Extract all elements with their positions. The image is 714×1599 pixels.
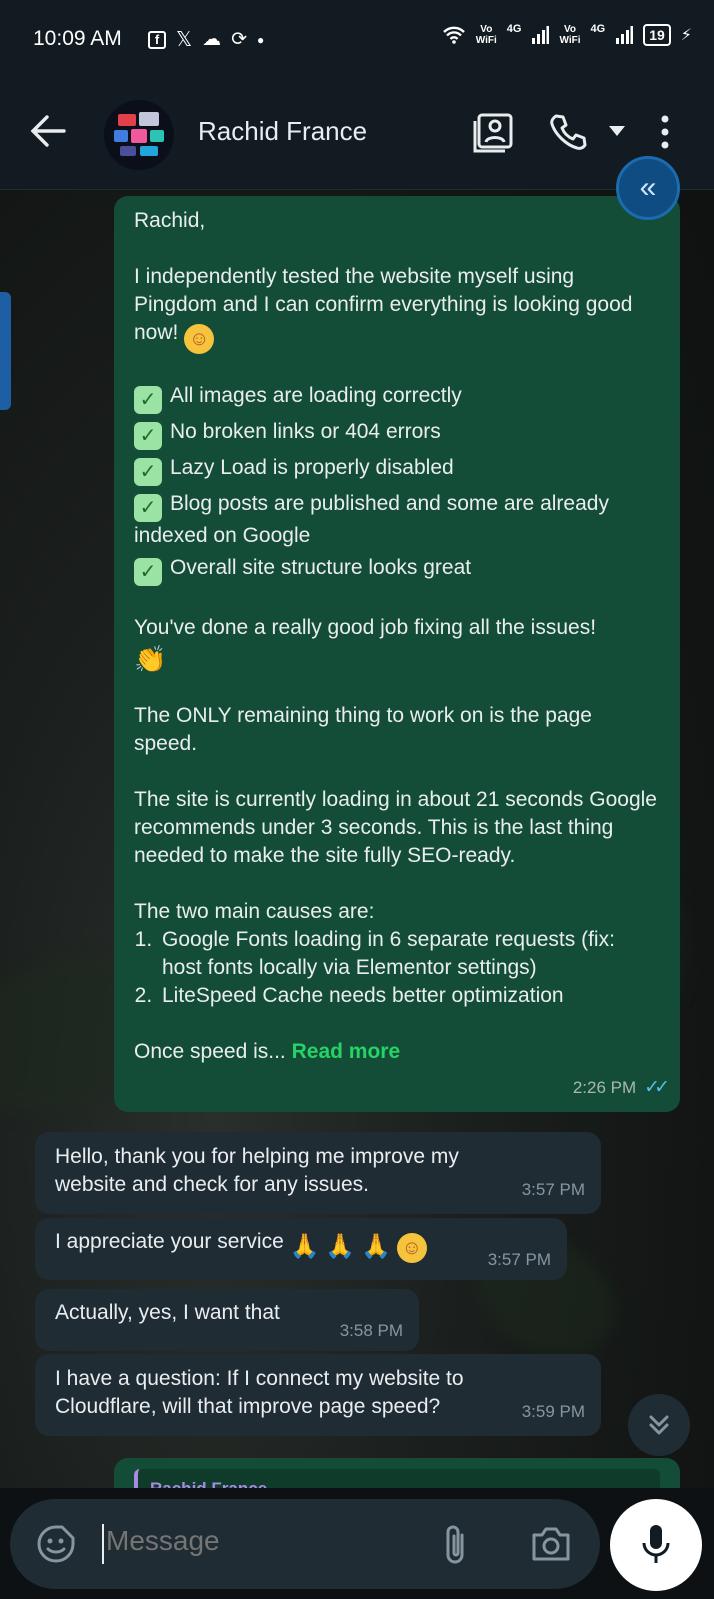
causes-list: Google Fonts loading in 6 separate reque… bbox=[158, 926, 660, 1010]
signal-icon bbox=[616, 26, 634, 44]
facebook-icon: f bbox=[148, 30, 166, 49]
cause-item: LiteSpeed Cache needs better optimizatio… bbox=[158, 982, 660, 1010]
check-item: All images are loading correctly bbox=[170, 384, 462, 407]
more-vert-icon[interactable] bbox=[660, 114, 670, 150]
contact-name[interactable]: Rachid France bbox=[198, 116, 367, 147]
microphone-icon bbox=[642, 1525, 670, 1563]
vowifi-label: Vo WiFi bbox=[559, 24, 581, 46]
collapse-chevrons-icon[interactable]: « bbox=[616, 156, 680, 220]
battery-level: 19 bbox=[643, 24, 671, 46]
read-more-link[interactable]: Read more bbox=[292, 1040, 401, 1063]
status-bar: 10:09 AM f 𝕏 ☁ ⟳ ● Vo WiFi 4G Vo WiFi 4G 1… bbox=[0, 0, 714, 80]
folded-hands-emoji-icon: 🙏 bbox=[325, 1233, 356, 1260]
smiling-face-emoji-icon: ☺ bbox=[396, 1233, 427, 1263]
message-time: 3:57 PM bbox=[521, 1180, 585, 1199]
message-paragraph: The ONLY remaining thing to work on is t… bbox=[134, 704, 592, 755]
check-item: Blog posts are published and some are al… bbox=[134, 492, 609, 547]
camera-icon[interactable] bbox=[530, 1525, 572, 1563]
check-item: No broken links or 404 errors bbox=[170, 420, 441, 443]
cloud-icon: ☁ bbox=[202, 29, 222, 50]
edge-panel-handle[interactable] bbox=[0, 292, 11, 410]
wifi-icon bbox=[442, 26, 465, 44]
message-meta: 2:26 PM ✓✓ bbox=[572, 1074, 670, 1102]
check-item: Lazy Load is properly disabled bbox=[170, 456, 454, 479]
check-mark-icon: ✓ bbox=[134, 386, 162, 414]
attach-icon[interactable] bbox=[440, 1523, 470, 1567]
check-item: Overall site structure looks great bbox=[170, 556, 472, 579]
message-bubble-outgoing[interactable]: Rachid, I independently tested the websi… bbox=[114, 196, 680, 1112]
chevron-down-icon[interactable] bbox=[608, 124, 626, 138]
message-text: I appreciate your service bbox=[55, 1230, 284, 1253]
message-bubble-incoming[interactable]: I have a question: If I connect my websi… bbox=[35, 1354, 601, 1436]
message-time: 2:26 PM bbox=[572, 1078, 637, 1097]
folded-hands-emoji-icon: 🙏 bbox=[361, 1233, 391, 1260]
message-text: I have a question: If I connect my websi… bbox=[55, 1367, 464, 1418]
cause-item: Google Fonts loading in 6 separate reque… bbox=[158, 926, 660, 982]
chat-header: Rachid France bbox=[0, 80, 714, 190]
message-time: 3:57 PM bbox=[487, 1250, 551, 1269]
double-chevron-down-icon bbox=[649, 1415, 669, 1435]
scroll-to-bottom-icon[interactable] bbox=[628, 1394, 690, 1456]
check-mark-icon: ✓ bbox=[134, 494, 162, 522]
signal-icon bbox=[532, 26, 550, 44]
dot-icon: ● bbox=[257, 32, 265, 47]
message-bubble-incoming[interactable]: Actually, yes, I want that 3:58 PM bbox=[35, 1289, 419, 1351]
check-mark-icon: ✓ bbox=[134, 558, 162, 586]
truncated-text: Once speed is... bbox=[134, 1040, 286, 1063]
message-bubble-incoming[interactable]: Hello, thank you for helping me improve … bbox=[35, 1132, 601, 1214]
back-arrow-icon[interactable] bbox=[30, 114, 66, 148]
sync-icon: ⟳ bbox=[231, 29, 248, 50]
message-bubble-incoming[interactable]: I appreciate your service 🙏 🙏 🙏 ☺ 3:57 P… bbox=[35, 1218, 567, 1280]
message-paragraph: The site is currently loading in about 2… bbox=[134, 788, 657, 867]
message-greeting: Rachid, bbox=[134, 209, 206, 232]
x-icon: 𝕏 bbox=[176, 29, 193, 51]
phone-icon[interactable] bbox=[548, 112, 588, 152]
charging-icon: ⚡ bbox=[680, 27, 692, 44]
microphone-button[interactable] bbox=[610, 1499, 702, 1591]
clapping-hands-emoji-icon: 👏 bbox=[134, 644, 167, 674]
network-type: 4G bbox=[590, 23, 606, 35]
message-paragraph: You've done a really good job fixing all… bbox=[134, 616, 597, 639]
message-time: 3:58 PM bbox=[339, 1321, 403, 1340]
text-caret bbox=[102, 1524, 104, 1564]
contact-card-icon[interactable] bbox=[472, 112, 514, 154]
check-mark-icon: ✓ bbox=[134, 458, 162, 486]
avatar[interactable] bbox=[104, 100, 174, 170]
message-text: Hello, thank you for helping me improve … bbox=[55, 1145, 459, 1196]
message-composer bbox=[10, 1499, 600, 1589]
message-input[interactable] bbox=[106, 1525, 406, 1557]
read-receipt-icon: ✓✓ bbox=[644, 1077, 670, 1098]
status-time: 10:09 AM bbox=[33, 27, 122, 50]
smiling-face-emoji-icon: ☺ bbox=[184, 324, 215, 354]
vowifi-label: Vo WiFi bbox=[475, 24, 497, 46]
folded-hands-emoji-icon: 🙏 bbox=[289, 1233, 320, 1260]
sticker-icon[interactable] bbox=[36, 1524, 76, 1564]
message-time: 3:59 PM bbox=[521, 1402, 585, 1421]
check-mark-icon: ✓ bbox=[134, 422, 162, 450]
causes-title: The two main causes are: bbox=[134, 900, 375, 923]
network-type: 4G bbox=[506, 23, 522, 35]
